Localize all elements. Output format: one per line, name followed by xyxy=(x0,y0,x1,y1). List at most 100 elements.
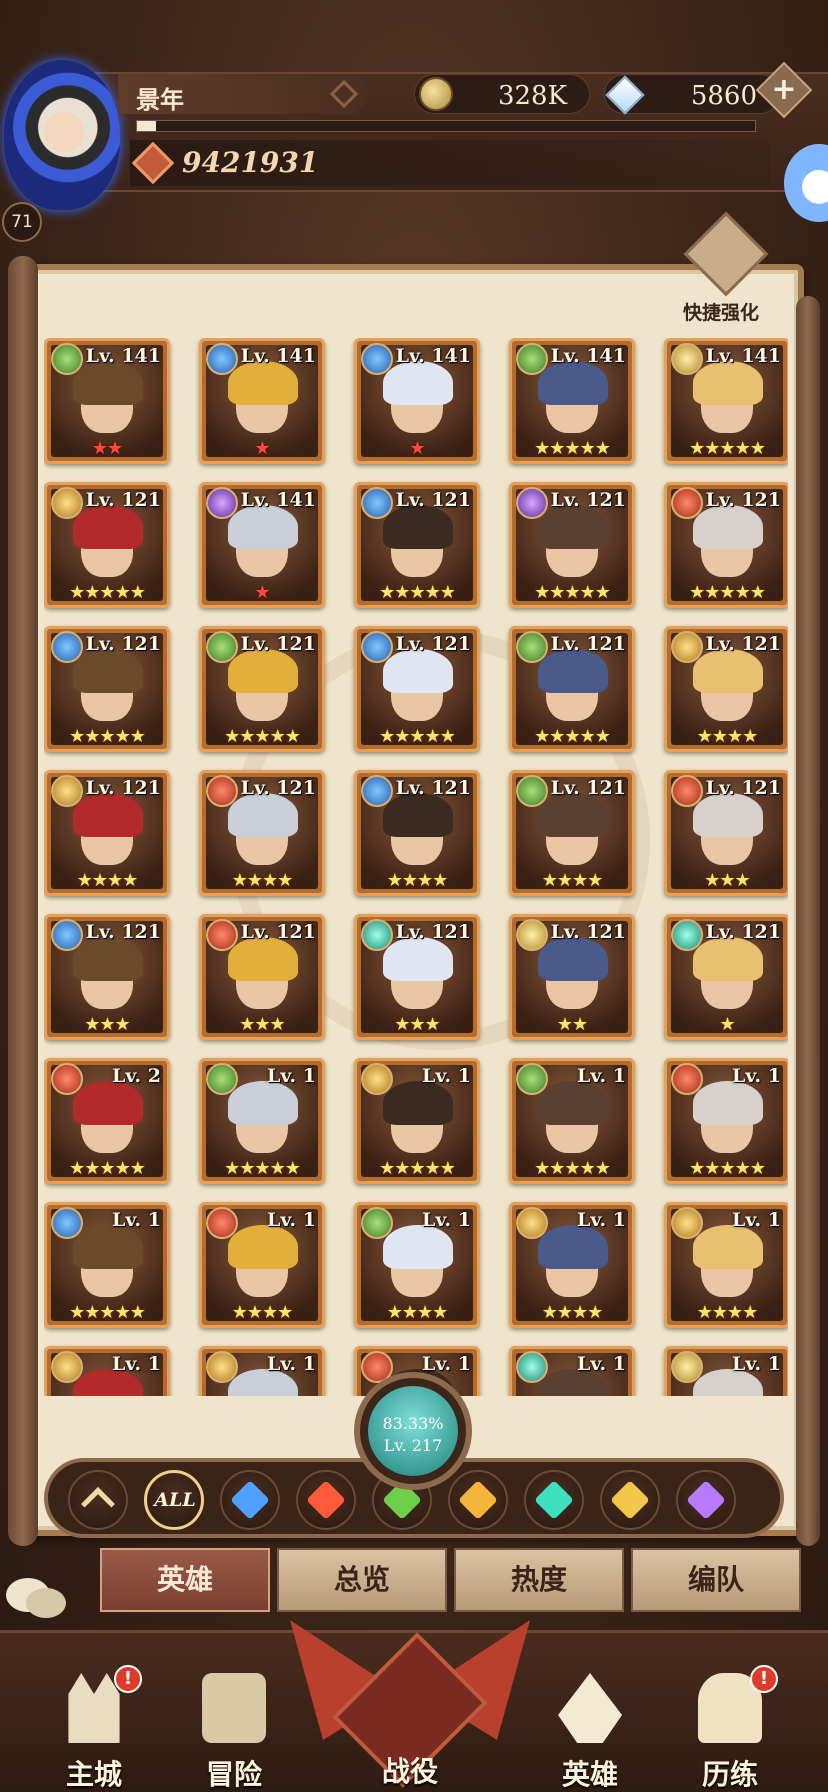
water-faction-icon xyxy=(361,631,393,663)
hero-card[interactable]: Lv. 141 ★★★★★ xyxy=(509,338,635,464)
hero-card[interactable]: Lv. 1 xyxy=(199,1346,325,1396)
hero-hair xyxy=(693,361,763,405)
hero-card[interactable]: Lv. 121 ★★★★★ xyxy=(354,482,480,608)
tab-formation[interactable]: 编队 xyxy=(631,1548,801,1612)
filter-light-button[interactable] xyxy=(448,1470,508,1530)
hero-card[interactable]: Lv. 121 ★★★★★ xyxy=(199,626,325,752)
hero-hair xyxy=(538,937,608,981)
hero-card[interactable]: Lv. 141 ★★ xyxy=(44,338,170,464)
hero-card[interactable]: Lv. 1 xyxy=(44,1346,170,1396)
hero-card[interactable]: Lv. 121 ★★★★ xyxy=(354,770,480,896)
hero-grid: Lv. 141 ★★ Lv. 141 ★ Lv. 141 ★ Lv. 141 ★★★★★ Lv.… xyxy=(44,338,788,1396)
hero-stars: ★★★★★ xyxy=(534,438,611,459)
hero-hair xyxy=(693,505,763,549)
hero-level: Lv. 121 xyxy=(705,777,781,799)
player-avatar[interactable] xyxy=(4,60,120,210)
wild-faction-icon xyxy=(206,1063,238,1095)
hero-card[interactable]: Lv. 121 ★ xyxy=(664,914,788,1040)
fire-faction-icon xyxy=(671,1063,703,1095)
filter-eye-button[interactable] xyxy=(524,1470,584,1530)
nav-label: 战役 xyxy=(381,1755,438,1788)
hero-level: Lv. 121 xyxy=(395,489,471,511)
chat-button[interactable] xyxy=(4,1574,70,1624)
sun-faction-icon xyxy=(671,1351,703,1383)
hero-card[interactable]: Lv. 141 ★ xyxy=(354,338,480,464)
sun-faction-icon xyxy=(516,919,548,951)
hero-card[interactable]: Lv. 121 ★★★★★ xyxy=(354,626,480,752)
hero-card[interactable]: Lv. 121 ★★★★★ xyxy=(509,626,635,752)
filter-fire-button[interactable] xyxy=(296,1470,356,1530)
hero-card[interactable]: Lv. 1 ★★★★ xyxy=(354,1202,480,1328)
hero-card[interactable]: Lv. 141 ★ xyxy=(199,482,325,608)
hero-card[interactable]: Lv. 1 ★★★★★ xyxy=(354,1058,480,1184)
hero-level: Lv. 1 xyxy=(422,1353,471,1375)
hero-stars: ★★★★★ xyxy=(534,1158,611,1179)
hero-card[interactable]: Lv. 121 ★★★★★ xyxy=(509,482,635,608)
hero-card[interactable]: Lv. 1 ★★★★ xyxy=(509,1202,635,1328)
hero-level: Lv. 121 xyxy=(705,633,781,655)
nav-heroes[interactable]: 英雄 xyxy=(530,1673,650,1792)
hero-card[interactable]: Lv. 121 ★★ xyxy=(509,914,635,1040)
hero-hair xyxy=(228,1081,298,1125)
hero-card[interactable]: Lv. 141 ★ xyxy=(199,338,325,464)
hero-card[interactable]: Lv. 121 ★★★★ xyxy=(664,626,788,752)
hero-hair xyxy=(383,1225,453,1269)
hero-stars: ★★★★★ xyxy=(689,582,766,603)
gem-counter[interactable]: 5860 xyxy=(604,74,780,115)
hero-level: Lv. 121 xyxy=(550,489,626,511)
hero-card[interactable]: Lv. 1 ★★★★★ xyxy=(509,1058,635,1184)
hero-level: Lv. 1 xyxy=(112,1209,161,1231)
water-faction-icon xyxy=(51,631,83,663)
hammer-icon xyxy=(683,211,769,297)
hero-card[interactable]: Lv. 121 ★★★ xyxy=(44,914,170,1040)
hero-card[interactable]: Lv. 2 ★★★★★ xyxy=(44,1058,170,1184)
nav-campaign[interactable]: 战役 xyxy=(290,1600,530,1792)
alert-badge: ! xyxy=(750,1665,778,1693)
hero-card[interactable]: Lv. 121 ★★★★ xyxy=(44,770,170,896)
hero-card[interactable]: Lv. 1 ★★★★ xyxy=(199,1202,325,1328)
hero-card[interactable]: Lv. 1 xyxy=(509,1346,635,1396)
gold-counter[interactable]: 328K xyxy=(414,74,590,114)
hero-level: Lv. 1 xyxy=(732,1353,781,1375)
hero-card[interactable]: Lv. 1 ★★★★★ xyxy=(664,1058,788,1184)
hero-stars: ★ xyxy=(719,1014,735,1035)
nav-label: 主城 xyxy=(65,1758,122,1791)
nav-adventure[interactable]: 冒险 xyxy=(174,1673,294,1792)
hero-stars: ★★★ xyxy=(704,870,750,891)
hero-card[interactable]: Lv. 121 ★★★★ xyxy=(199,770,325,896)
filter-water-button[interactable] xyxy=(220,1470,280,1530)
hero-card[interactable]: Lv. 121 ★★★★★ xyxy=(664,482,788,608)
xp-bar xyxy=(136,120,756,132)
hero-card[interactable]: Lv. 121 ★★★★★ xyxy=(44,626,170,752)
wild-faction-icon xyxy=(51,343,83,375)
filter-sun-button[interactable] xyxy=(600,1470,660,1530)
tab-heroes[interactable]: 英雄 xyxy=(100,1548,270,1612)
filter-void-button[interactable] xyxy=(676,1470,736,1530)
hero-card[interactable]: Lv. 141 ★★★★★ xyxy=(664,338,788,464)
hero-level: Lv. 141 xyxy=(550,345,626,367)
hero-card[interactable]: Lv. 121 ★★★ xyxy=(354,914,480,1040)
player-name-plate[interactable]: 景年 xyxy=(118,74,368,114)
hero-stars: ★★★★ xyxy=(696,1302,759,1323)
hero-hair xyxy=(693,793,763,837)
hero-card[interactable]: Lv. 121 ★★★ xyxy=(199,914,325,1040)
hero-stars: ★ xyxy=(254,438,270,459)
hero-card[interactable]: Lv. 121 ★★★ xyxy=(664,770,788,896)
hero-card[interactable]: Lv. 121 ★★★★★ xyxy=(44,482,170,608)
hero-card[interactable]: Lv. 121 ★★★★ xyxy=(509,770,635,896)
hero-level: Lv. 121 xyxy=(550,777,626,799)
hero-level: Lv. 121 xyxy=(240,633,316,655)
nav-trials[interactable]: ! 历练 xyxy=(670,1665,790,1792)
hero-hair xyxy=(228,793,298,837)
collapse-filter-button[interactable] xyxy=(68,1470,128,1530)
hero-card[interactable]: Lv. 1 ★★★★★ xyxy=(199,1058,325,1184)
hero-card[interactable]: Lv. 1 xyxy=(664,1346,788,1396)
hero-card[interactable]: Lv. 1 ★★★★★ xyxy=(44,1202,170,1328)
player-header: 71 景年 328K 5860 + 9421931 xyxy=(0,40,828,242)
water-faction-icon xyxy=(51,919,83,951)
nav-main-city[interactable]: ! 主城 xyxy=(34,1665,154,1792)
quick-upgrade-button[interactable]: 快捷强化 xyxy=(666,211,776,328)
filter-all-button[interactable]: ALL xyxy=(144,1470,204,1530)
hero-card[interactable]: Lv. 1 ★★★★ xyxy=(664,1202,788,1328)
collection-progress[interactable]: 83.33% Lv. 217 xyxy=(354,1372,472,1490)
